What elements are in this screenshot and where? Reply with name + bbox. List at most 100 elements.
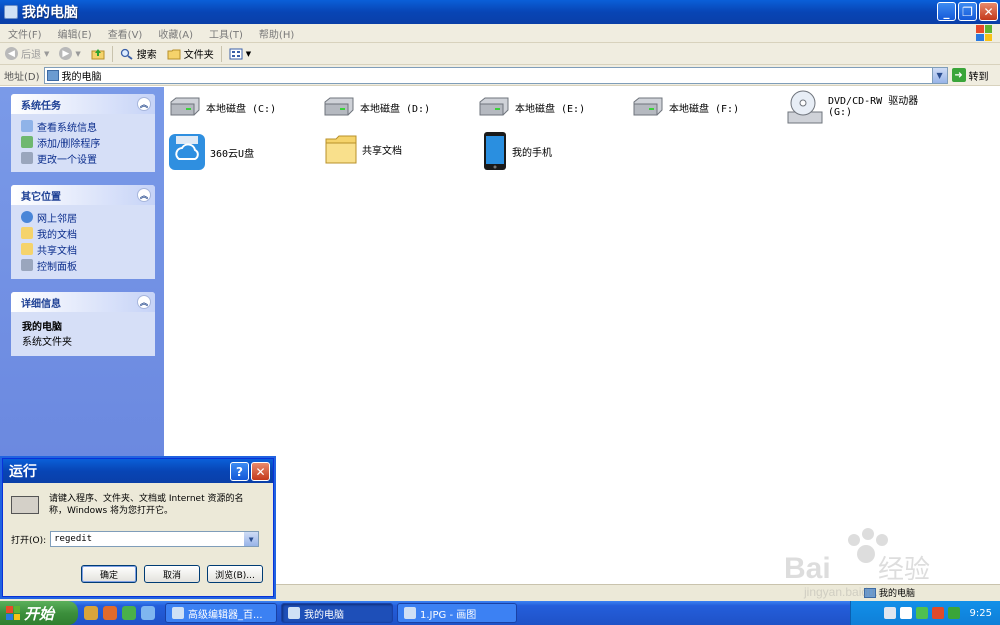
- views-button[interactable]: ▼: [224, 44, 256, 64]
- go-arrow-icon: ➜: [951, 68, 966, 82]
- run-close-button[interactable]: ✕: [251, 462, 270, 481]
- window-controls: _ ❐ ✕: [937, 2, 998, 21]
- drive-e[interactable]: 本地磁盘 (E:): [477, 96, 585, 118]
- task-label: 高级编辑器_百...: [188, 609, 263, 621]
- control-panel-icon: [21, 259, 33, 271]
- browse-button[interactable]: 浏览(B)...: [207, 565, 263, 583]
- forward-arrow-icon: ▶: [59, 47, 73, 60]
- search-label: 搜索: [136, 50, 157, 61]
- folder-icon: [325, 135, 357, 164]
- toolbar-separator: [220, 45, 222, 62]
- security-icon[interactable]: [931, 607, 944, 619]
- window-title: 我的电脑: [22, 4, 78, 20]
- other-places-header[interactable]: 其它位置 ︽: [11, 185, 155, 205]
- toolbar-separator: [111, 45, 113, 62]
- ok-button[interactable]: 确定: [81, 565, 137, 583]
- computer-icon: [288, 607, 300, 619]
- collapse-icon[interactable]: ︽: [137, 188, 151, 202]
- run-command-input[interactable]: regedit ▼: [50, 531, 260, 547]
- forward-button[interactable]: ▶ ▼: [54, 44, 85, 64]
- usb-label: 360云U盘: [210, 148, 255, 160]
- task-change-setting[interactable]: 更改一个设置: [21, 150, 155, 166]
- other-places-title: 其它位置: [21, 191, 61, 203]
- folders-button[interactable]: 文件夹: [162, 44, 219, 64]
- go-button[interactable]: ➜ 转到: [951, 68, 989, 83]
- browser-icon: [172, 607, 184, 619]
- close-button[interactable]: ✕: [979, 2, 998, 21]
- menu-file[interactable]: 文件(F): [0, 26, 50, 41]
- baidu-watermark-logo: Bai 经验 jingyan.baidu.com: [784, 528, 930, 599]
- clock[interactable]: 9:25: [970, 608, 992, 619]
- run-description: 请键入程序、文件夹、文档或 Internet 资源的名称，Windows 将为您…: [49, 494, 244, 516]
- keyboard-icon[interactable]: [883, 607, 896, 619]
- start-label: 开始: [24, 604, 55, 623]
- place-network[interactable]: 网上邻居: [21, 209, 155, 225]
- place-my-documents[interactable]: 我的文档: [21, 225, 155, 241]
- quick-launch-icon[interactable]: [122, 606, 136, 620]
- menu-help[interactable]: 帮助(H): [251, 26, 302, 41]
- chevron-down-icon: ▼: [44, 49, 50, 58]
- collapse-icon[interactable]: ︽: [137, 295, 151, 309]
- programs-icon: [21, 136, 33, 148]
- title-bar: 我的电脑 _ ❐ ✕: [0, 0, 1000, 24]
- quick-launch-icon[interactable]: [84, 606, 98, 620]
- place-shared-documents[interactable]: 共享文档: [21, 241, 155, 257]
- search-button[interactable]: 搜索: [115, 44, 162, 64]
- svg-text:Bai: Bai: [784, 552, 831, 585]
- task-label: 我的电脑: [304, 609, 344, 621]
- windows-flag-icon: [6, 606, 20, 620]
- shield-icon[interactable]: [947, 607, 960, 619]
- drive-f[interactable]: 本地磁盘 (F:): [631, 96, 739, 118]
- help-icon[interactable]: [899, 607, 912, 619]
- run-history-dropdown[interactable]: ▼: [244, 532, 259, 546]
- dvd-drive-icon: [787, 90, 823, 124]
- usb-disk[interactable]: 360云U盘: [168, 133, 254, 171]
- place-label: 我的文档: [37, 229, 77, 241]
- system-tasks-header[interactable]: 系统任务 ︽: [11, 94, 155, 114]
- details-header[interactable]: 详细信息 ︽: [11, 292, 155, 312]
- place-control-panel[interactable]: 控制面板: [21, 257, 155, 273]
- run-title: 运行: [9, 464, 37, 480]
- maximize-button[interactable]: ❐: [958, 2, 977, 21]
- hard-drive-icon: [170, 97, 200, 116]
- menu-tools[interactable]: 工具(T): [201, 26, 251, 41]
- task-paint[interactable]: 1.JPG - 画图: [397, 603, 517, 623]
- place-label: 控制面板: [37, 261, 77, 273]
- collapse-icon[interactable]: ︽: [137, 97, 151, 111]
- svg-text:jingyan.baidu.com: jingyan.baidu.com: [803, 585, 901, 599]
- task-label: 更改一个设置: [37, 154, 97, 166]
- drive-d[interactable]: 本地磁盘 (D:): [322, 96, 430, 118]
- minimize-button[interactable]: _: [937, 2, 956, 21]
- place-label: 网上邻居: [37, 213, 77, 225]
- address-input[interactable]: 我的电脑 ▼: [43, 66, 948, 84]
- quick-launch-icon[interactable]: [141, 606, 155, 620]
- task-add-remove-programs[interactable]: 添加/删除程序: [21, 134, 155, 150]
- views-icon: [229, 48, 243, 59]
- help-button[interactable]: ?: [230, 462, 249, 481]
- details-type: 系统文件夹: [22, 337, 72, 348]
- task-my-computer[interactable]: 我的电脑: [281, 603, 393, 623]
- start-button[interactable]: 开始: [0, 601, 78, 625]
- dvd-drive[interactable]: DVD/CD-RW 驱动器 (G:): [786, 88, 918, 126]
- my-phone[interactable]: 我的手机: [482, 131, 552, 171]
- drive-label: 本地磁盘 (F:): [669, 103, 740, 115]
- windows-logo-icon: [976, 25, 992, 41]
- menu-view[interactable]: 查看(V): [100, 26, 151, 41]
- menu-edit[interactable]: 编辑(E): [50, 26, 100, 41]
- task-view-system-info[interactable]: 查看系统信息: [21, 118, 155, 134]
- address-dropdown[interactable]: ▼: [931, 67, 947, 83]
- back-button[interactable]: ◀ 后退 ▼: [0, 44, 54, 64]
- run-dialog: 运行 ? ✕ 请键入程序、文件夹、文档或 Internet 资源的名称，Wind…: [2, 458, 274, 597]
- shared-documents-folder[interactable]: 共享文档: [324, 133, 402, 165]
- quick-launch-icon[interactable]: [103, 606, 117, 620]
- network-icon[interactable]: [915, 607, 928, 619]
- drive-c[interactable]: 本地磁盘 (C:): [168, 96, 276, 118]
- run-program-icon: [11, 496, 39, 514]
- search-icon: [120, 48, 133, 60]
- up-folder-button[interactable]: [86, 44, 110, 64]
- cancel-button[interactable]: 取消: [144, 565, 200, 583]
- run-command-value: regedit: [54, 534, 93, 544]
- menu-favorites[interactable]: 收藏(A): [150, 26, 201, 41]
- dvd-label-line1: DVD/CD-RW 驱动器: [828, 96, 919, 107]
- task-advanced-editor[interactable]: 高级编辑器_百...: [165, 603, 277, 623]
